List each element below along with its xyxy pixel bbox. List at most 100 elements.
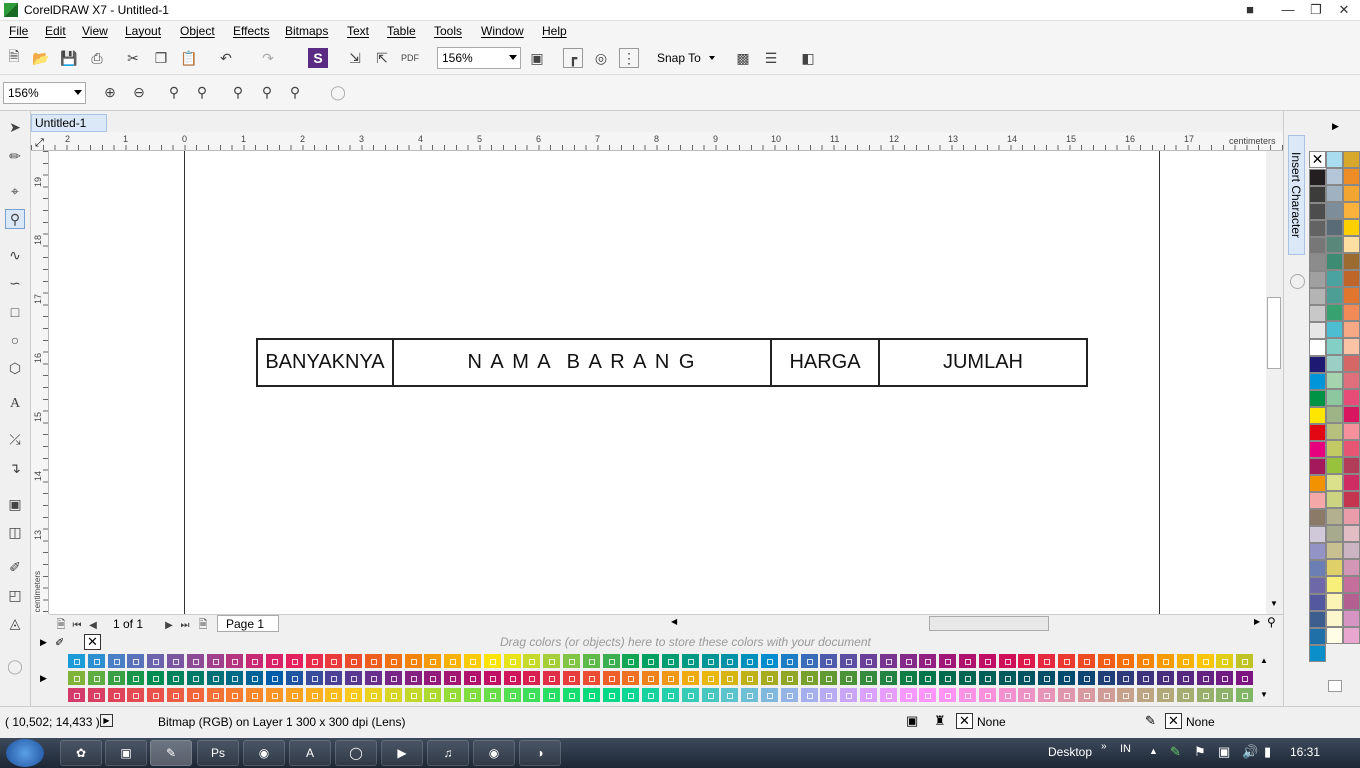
color-swatch[interactable]	[1309, 322, 1326, 339]
color-swatch[interactable]	[384, 688, 402, 702]
color-swatch[interactable]	[107, 671, 125, 685]
color-swatch[interactable]	[1309, 220, 1326, 237]
color-swatch[interactable]	[305, 654, 323, 668]
color-swatch[interactable]	[1343, 372, 1360, 389]
color-swatch[interactable]	[503, 654, 521, 668]
document-color-icon[interactable]: ▣	[906, 713, 918, 729]
color-swatch[interactable]	[860, 654, 877, 668]
color-swatch[interactable]	[800, 671, 818, 685]
zoom-in-icon[interactable]: ⊕	[100, 82, 120, 102]
color-swatch[interactable]	[107, 654, 125, 668]
color-swatch[interactable]	[1058, 671, 1075, 685]
color-swatch[interactable]	[662, 671, 679, 685]
rulers-icon[interactable]: ┏	[563, 48, 583, 68]
chevron-down-icon[interactable]	[709, 56, 715, 60]
color-swatch[interactable]	[919, 688, 937, 702]
color-swatch[interactable]	[365, 654, 382, 668]
color-swatch[interactable]	[1196, 688, 1214, 702]
color-swatch[interactable]	[1309, 339, 1326, 356]
color-swatch[interactable]	[1343, 270, 1360, 287]
color-swatch[interactable]	[147, 654, 165, 668]
taskbar-app-icon[interactable]: ✿	[60, 740, 102, 766]
volume-icon[interactable]: 🔊	[1242, 744, 1258, 760]
color-swatch[interactable]	[780, 671, 798, 685]
no-color-swatch[interactable]: ✕	[1309, 151, 1326, 168]
color-swatch[interactable]	[1326, 389, 1343, 406]
guidelines-icon[interactable]: ⋮	[619, 48, 639, 68]
color-swatch[interactable]	[721, 654, 739, 668]
color-swatch[interactable]	[681, 688, 699, 702]
color-swatch[interactable]	[226, 654, 244, 668]
color-swatch[interactable]	[1343, 423, 1360, 440]
color-swatch[interactable]	[1236, 688, 1254, 702]
tray-app-icon[interactable]: ✎	[1170, 744, 1181, 760]
color-swatch[interactable]	[1157, 688, 1174, 702]
color-swatch[interactable]	[424, 671, 442, 685]
connector-tool-icon[interactable]: ↴	[5, 458, 25, 478]
color-swatch[interactable]	[1326, 627, 1343, 644]
color-swatch[interactable]	[780, 654, 798, 668]
color-swatch[interactable]	[1326, 253, 1343, 270]
color-swatch[interactable]	[266, 654, 283, 668]
color-swatch[interactable]	[642, 654, 660, 668]
color-swatch[interactable]	[1176, 688, 1194, 702]
search-content-icon[interactable]: S	[308, 48, 328, 68]
color-swatch[interactable]	[602, 654, 620, 668]
color-swatch[interactable]	[1326, 559, 1343, 576]
color-swatch[interactable]	[365, 688, 382, 702]
menu-table[interactable]: Table	[387, 24, 416, 38]
color-swatch[interactable]	[1309, 543, 1326, 560]
color-swatch[interactable]	[1343, 202, 1360, 219]
options-icon[interactable]: ▩	[733, 48, 753, 68]
battery-icon[interactable]: ▮	[1264, 744, 1271, 760]
color-swatch[interactable]	[761, 688, 778, 702]
color-swatch[interactable]	[1343, 185, 1360, 202]
color-swatch[interactable]	[602, 688, 620, 702]
scroll-right-icon[interactable]: ▶	[1254, 617, 1260, 626]
restore-button[interactable]: ❐	[1302, 0, 1330, 20]
color-swatch[interactable]	[523, 688, 541, 702]
vertical-scrollbar[interactable]: ▼	[1266, 151, 1283, 614]
taskbar-paint-icon[interactable]: ◑	[519, 740, 561, 766]
color-swatch[interactable]	[1343, 559, 1360, 576]
color-swatch[interactable]	[1326, 321, 1343, 338]
color-swatch[interactable]	[1216, 671, 1234, 685]
color-swatch[interactable]	[483, 688, 501, 702]
color-swatch[interactable]	[167, 688, 184, 702]
color-swatch[interactable]	[68, 671, 85, 685]
color-swatch[interactable]	[582, 688, 600, 702]
color-swatch[interactable]	[1326, 185, 1343, 202]
color-swatch[interactable]	[879, 671, 897, 685]
copy-icon[interactable]: ❐	[151, 48, 171, 68]
color-swatch[interactable]	[1309, 186, 1326, 203]
color-swatch[interactable]	[1018, 654, 1036, 668]
color-swatch[interactable]	[68, 654, 85, 668]
color-swatch[interactable]	[1309, 594, 1326, 611]
color-swatch[interactable]	[1309, 373, 1326, 390]
color-swatch[interactable]	[206, 688, 224, 702]
menu-layout[interactable]: Layout	[125, 24, 161, 38]
color-swatch[interactable]	[1176, 654, 1194, 668]
color-swatch[interactable]	[167, 671, 184, 685]
palette-expand-icon[interactable]: ▶	[1332, 121, 1339, 132]
color-swatch[interactable]	[1326, 542, 1343, 559]
color-swatch[interactable]	[879, 688, 897, 702]
color-swatch[interactable]	[1309, 611, 1326, 628]
new-document-icon[interactable]: 🗎	[4, 48, 24, 68]
color-swatch[interactable]	[1137, 671, 1155, 685]
color-swatch[interactable]	[345, 688, 363, 702]
eyedropper-tool-icon[interactable]: ✐	[5, 557, 25, 577]
color-swatch[interactable]	[1038, 688, 1056, 702]
taskbar-owl-icon[interactable]: ◉	[473, 740, 515, 766]
taskbar-audio-icon[interactable]: ♫	[427, 740, 469, 766]
taskbar-media-icon[interactable]: ▶	[381, 740, 423, 766]
rectangle-tool-icon[interactable]: □	[5, 302, 25, 322]
ellipse-tool-icon[interactable]: ○	[5, 330, 25, 350]
user-icon[interactable]: ■	[1236, 0, 1264, 20]
color-swatch[interactable]	[167, 654, 184, 668]
color-swatch[interactable]	[266, 688, 283, 702]
color-swatch[interactable]	[1326, 576, 1343, 593]
color-swatch[interactable]	[978, 654, 996, 668]
color-swatch[interactable]	[681, 654, 699, 668]
color-swatch[interactable]	[147, 671, 165, 685]
